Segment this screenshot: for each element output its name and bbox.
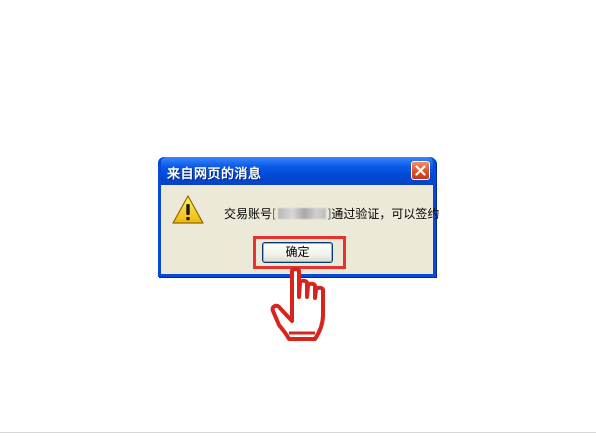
close-icon bbox=[415, 165, 426, 176]
message-dialog: 来自网页的消息 交易账号[]通过验证，可以签约 确定 bbox=[158, 157, 439, 277]
hand-pointer-icon bbox=[270, 267, 325, 341]
bottom-divider bbox=[0, 432, 596, 433]
warning-icon bbox=[172, 195, 204, 224]
message-prefix: 交易账号 bbox=[224, 207, 273, 221]
masked-account-number bbox=[277, 208, 326, 219]
close-button[interactable] bbox=[411, 161, 430, 180]
page: 来自网页的消息 交易账号[]通过验证，可以签约 确定 bbox=[0, 0, 596, 436]
dialog-body: 交易账号[]通过验证，可以签约 确定 bbox=[161, 185, 439, 274]
message-suffix: 通过验证，可以签约 bbox=[331, 207, 440, 221]
message-bracket-open: [ bbox=[272, 207, 277, 221]
dialog-title: 来自网页的消息 bbox=[167, 167, 262, 182]
dialog-titlebar[interactable]: 来自网页的消息 bbox=[161, 157, 433, 185]
ok-button[interactable]: 确定 bbox=[262, 242, 333, 263]
dialog-message: 交易账号[]通过验证，可以签约 bbox=[224, 205, 439, 222]
